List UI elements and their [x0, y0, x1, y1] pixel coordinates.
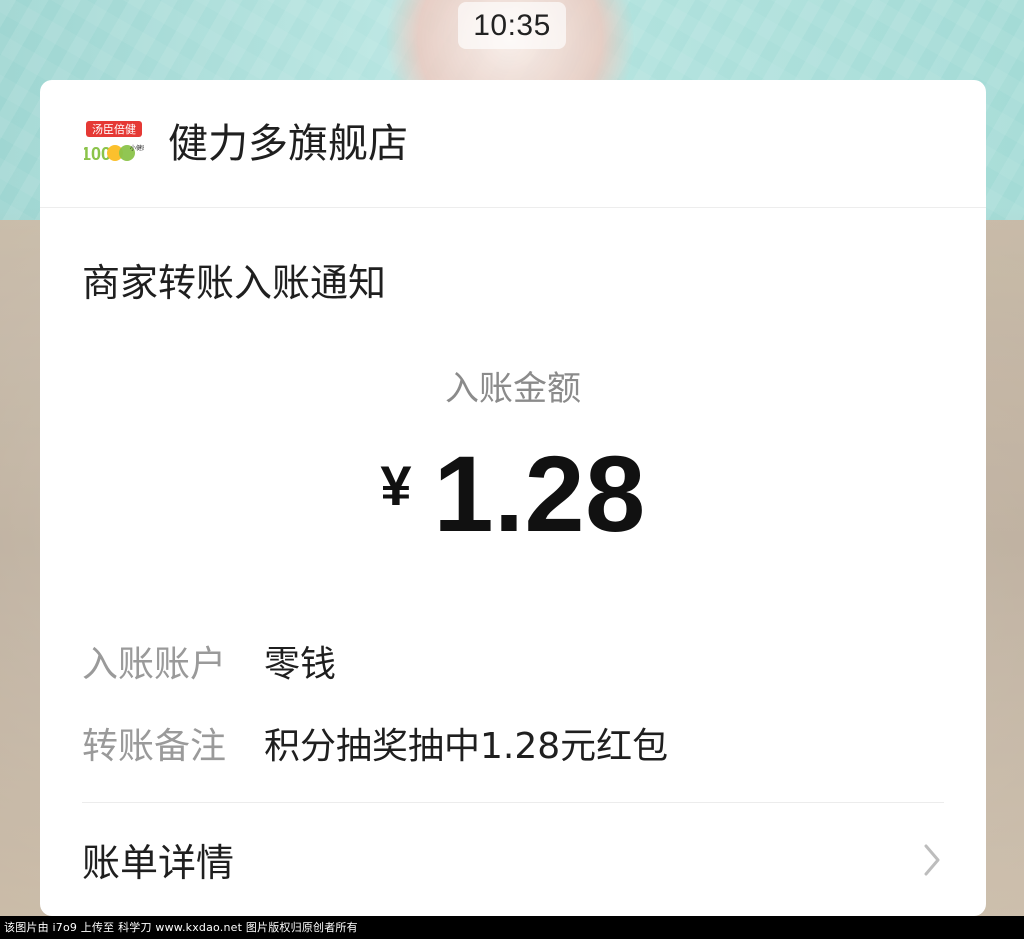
notice-title: 商家转账入账通知 [82, 261, 387, 305]
chevron-right-icon [920, 840, 944, 880]
detail-value-account: 零钱 [264, 644, 337, 685]
detail-row-remark: 转账备注 积分抽奖抽中1.28元红包 [82, 717, 944, 767]
amount: ¥ 1.28 [40, 440, 986, 560]
detail-row-account: 入账账户 零钱 [82, 635, 944, 685]
detail-label-account: 入账账户 [82, 644, 227, 685]
bill-details-label: 账单详情 [82, 841, 235, 885]
merchant-header[interactable]: 汤臣倍健 100 小健康 健力多旗舰店 [40, 80, 986, 208]
merchant-logo-text-top: 汤臣倍健 [92, 122, 136, 136]
footer-watermark: 该图片由 i7o9 上传至 科学刀 www.kxdao.net 图片版权归原创者… [0, 916, 1024, 939]
status-time-text: 10:35 [473, 8, 551, 42]
bill-details-row[interactable]: 账单详情 [40, 803, 986, 916]
merchant-logo-text-bottom: 100 [84, 144, 111, 164]
amount-currency: ¥ [380, 454, 412, 517]
merchant-logo: 汤臣倍健 100 小健康 [84, 119, 144, 169]
merchant-name: 健力多旗舰店 [168, 120, 408, 167]
footer-watermark-text: 该图片由 i7o9 上传至 科学刀 www.kxdao.net 图片版权归原创者… [4, 921, 358, 934]
details-section: 入账账户 零钱 转账备注 积分抽奖抽中1.28元红包 [82, 635, 944, 799]
detail-label-remark: 转账备注 [82, 726, 227, 767]
notification-card: 汤臣倍健 100 小健康 健力多旗舰店 商家转账入账通知 入账金额 ¥ 1.28… [40, 80, 986, 916]
amount-label: 入账金额 [445, 369, 581, 409]
amount-value: 1.28 [433, 433, 646, 554]
status-time: 10:35 [458, 2, 566, 49]
merchant-logo-text-small: 小健康 [130, 144, 144, 152]
detail-value-remark: 积分抽奖抽中1.28元红包 [264, 726, 669, 767]
